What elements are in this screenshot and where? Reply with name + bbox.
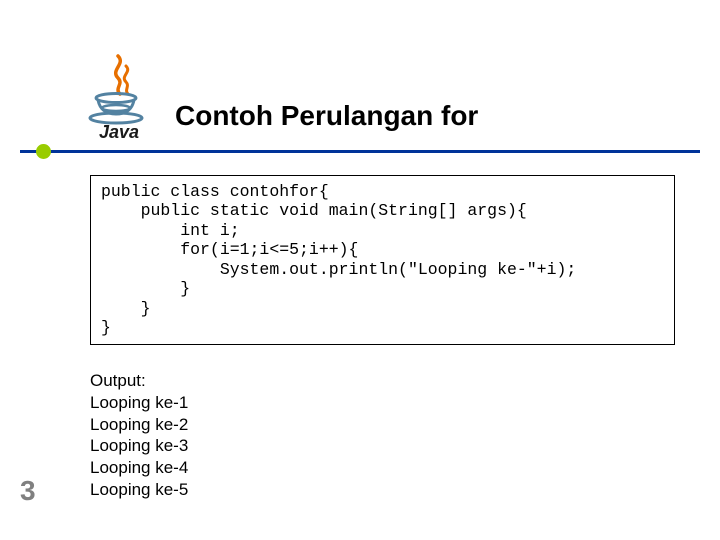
slide: Java Contoh Perulangan for public class …: [0, 0, 720, 540]
page-number: 3: [20, 475, 36, 507]
output-line: Looping ke-2: [90, 414, 188, 436]
output-label: Output:: [90, 370, 188, 392]
code-line: }: [101, 279, 190, 298]
code-line: System.out.println("Looping ke-"+i);: [101, 260, 576, 279]
code-line: public class contohfor{: [101, 182, 329, 201]
title-underline-dot: [36, 144, 51, 159]
output-line: Looping ke-3: [90, 435, 188, 457]
code-line: for(i=1;i<=5;i++){: [101, 240, 358, 259]
logo-text: Java: [99, 122, 139, 142]
output-line: Looping ke-5: [90, 479, 188, 501]
output-line: Looping ke-4: [90, 457, 188, 479]
code-line: int i;: [101, 221, 240, 240]
code-line: }: [101, 299, 151, 318]
output-line: Looping ke-1: [90, 392, 188, 414]
output-block: Output: Looping ke-1 Looping ke-2 Loopin…: [90, 370, 188, 501]
code-example-box: public class contohfor{ public static vo…: [90, 175, 675, 345]
slide-title: Contoh Perulangan for: [175, 100, 478, 132]
java-logo: Java: [80, 52, 158, 142]
code-line: public static void main(String[] args){: [101, 201, 527, 220]
title-underline: [20, 150, 700, 153]
code-line: }: [101, 318, 111, 337]
